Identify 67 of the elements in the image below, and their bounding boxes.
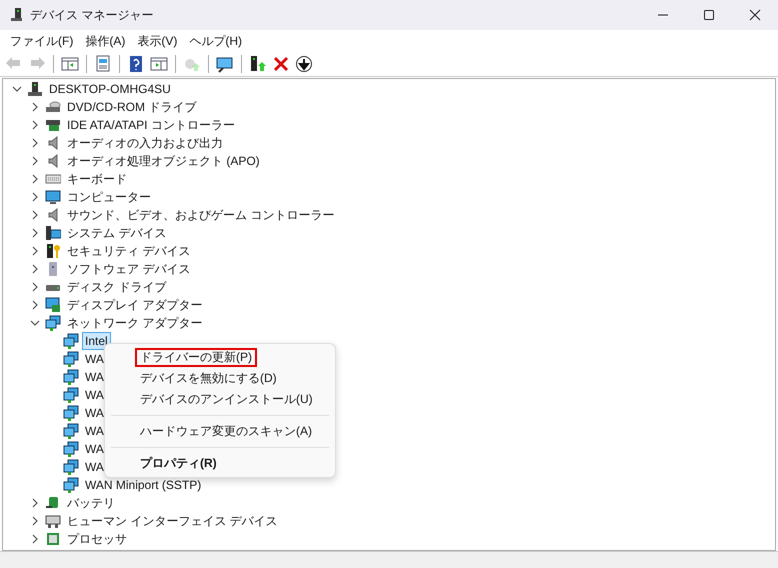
network-icon: [63, 441, 79, 457]
computer-tower-icon: [27, 81, 43, 97]
battery-plug-icon: [45, 495, 61, 511]
pane-icon: [61, 55, 79, 73]
tree-item[interactable]: サウンド、ビデオ、およびゲーム コントローラー: [64, 206, 338, 224]
help-icon: [127, 55, 145, 73]
input-device-icon: [45, 513, 61, 529]
maximize-icon: [703, 9, 715, 21]
tree-item[interactable]: ソフトウェア デバイス: [64, 260, 194, 278]
tree-item[interactable]: ディスク ドライブ: [64, 278, 170, 296]
network-icon: [63, 459, 79, 475]
controller-card-icon: [45, 117, 61, 133]
tree-item[interactable]: バッテリ: [64, 494, 118, 512]
key-tower-icon: [45, 243, 61, 259]
window-title: デバイス マネージャー: [30, 6, 154, 24]
menu-item[interactable]: 表示(V): [131, 31, 184, 51]
tree-item[interactable]: WA: [82, 458, 107, 476]
tree-item[interactable]: Intel: [82, 332, 111, 350]
tree-item[interactable]: プロセッサ: [64, 530, 130, 548]
processor-icon: [45, 531, 61, 547]
tree-item[interactable]: WA: [82, 404, 107, 422]
network-icon: [63, 405, 79, 421]
close-icon: [272, 55, 290, 73]
tree-item[interactable]: システム デバイス: [64, 224, 170, 242]
monitor-magnifier-icon: [216, 55, 234, 73]
menu-item[interactable]: ヘルプ(H): [183, 31, 248, 51]
menu-item[interactable]: 操作(A): [79, 31, 132, 51]
tree-item[interactable]: コンピューター: [64, 188, 154, 206]
tree-item[interactable]: WA: [82, 422, 107, 440]
tree-item[interactable]: DESKTOP-OMHG4SU: [46, 80, 174, 98]
display-adapter-icon: [45, 297, 61, 313]
tree-item[interactable]: ヒューマン インターフェイス デバイス: [64, 512, 281, 530]
device-arrow-icon: [249, 55, 267, 73]
tree-item[interactable]: DVD/CD-ROM ドライブ: [64, 98, 200, 116]
network-icon: [63, 477, 79, 493]
monitor-icon: [45, 189, 61, 205]
menu-item[interactable]: プロパティ(R): [105, 453, 335, 474]
tree-item[interactable]: キーボード: [64, 170, 130, 188]
tree-item[interactable]: オーディオ処理オブジェクト (APO): [64, 152, 263, 170]
menu-item[interactable]: デバイスのアンインストール(U): [105, 389, 335, 410]
menu-item[interactable]: ドライバーの更新(P): [105, 347, 335, 368]
network-icon: [63, 423, 79, 439]
tree-item[interactable]: ネットワーク アダプター: [64, 314, 206, 332]
tree-item[interactable]: オーディオの入力および出力: [64, 134, 226, 152]
toolbar-button[interactable]: [293, 53, 315, 75]
menu-item[interactable]: ファイル(F): [4, 31, 80, 51]
tree-item[interactable]: WA: [82, 440, 107, 458]
properties-icon: [94, 55, 112, 73]
close-icon: [749, 9, 761, 21]
disc-drive-icon: [45, 99, 61, 115]
network-icon: [63, 333, 79, 349]
network-icon: [63, 369, 79, 385]
network-icon: [63, 387, 79, 403]
tree-item[interactable]: セキュリティ デバイス: [64, 242, 194, 260]
network-icon: [45, 315, 61, 331]
computer-tower-icon: [10, 6, 22, 20]
tree-item[interactable]: WA: [82, 368, 107, 386]
system-monitor-icon: [45, 225, 61, 241]
tree-item[interactable]: WA: [82, 386, 107, 404]
tree-item[interactable]: WA: [82, 350, 107, 368]
tree-item[interactable]: ディスプレイ アダプター: [64, 296, 206, 314]
pane-icon: [150, 55, 168, 73]
menu-item[interactable]: ハードウェア変更のスキャン(A): [105, 421, 335, 442]
network-icon: [63, 351, 79, 367]
tree-item[interactable]: IDE ATA/ATAPI コントローラー: [64, 116, 238, 134]
tree-item[interactable]: WAN Miniport (SSTP): [82, 476, 204, 494]
menu-item[interactable]: デバイスを無効にする(D): [105, 368, 335, 389]
